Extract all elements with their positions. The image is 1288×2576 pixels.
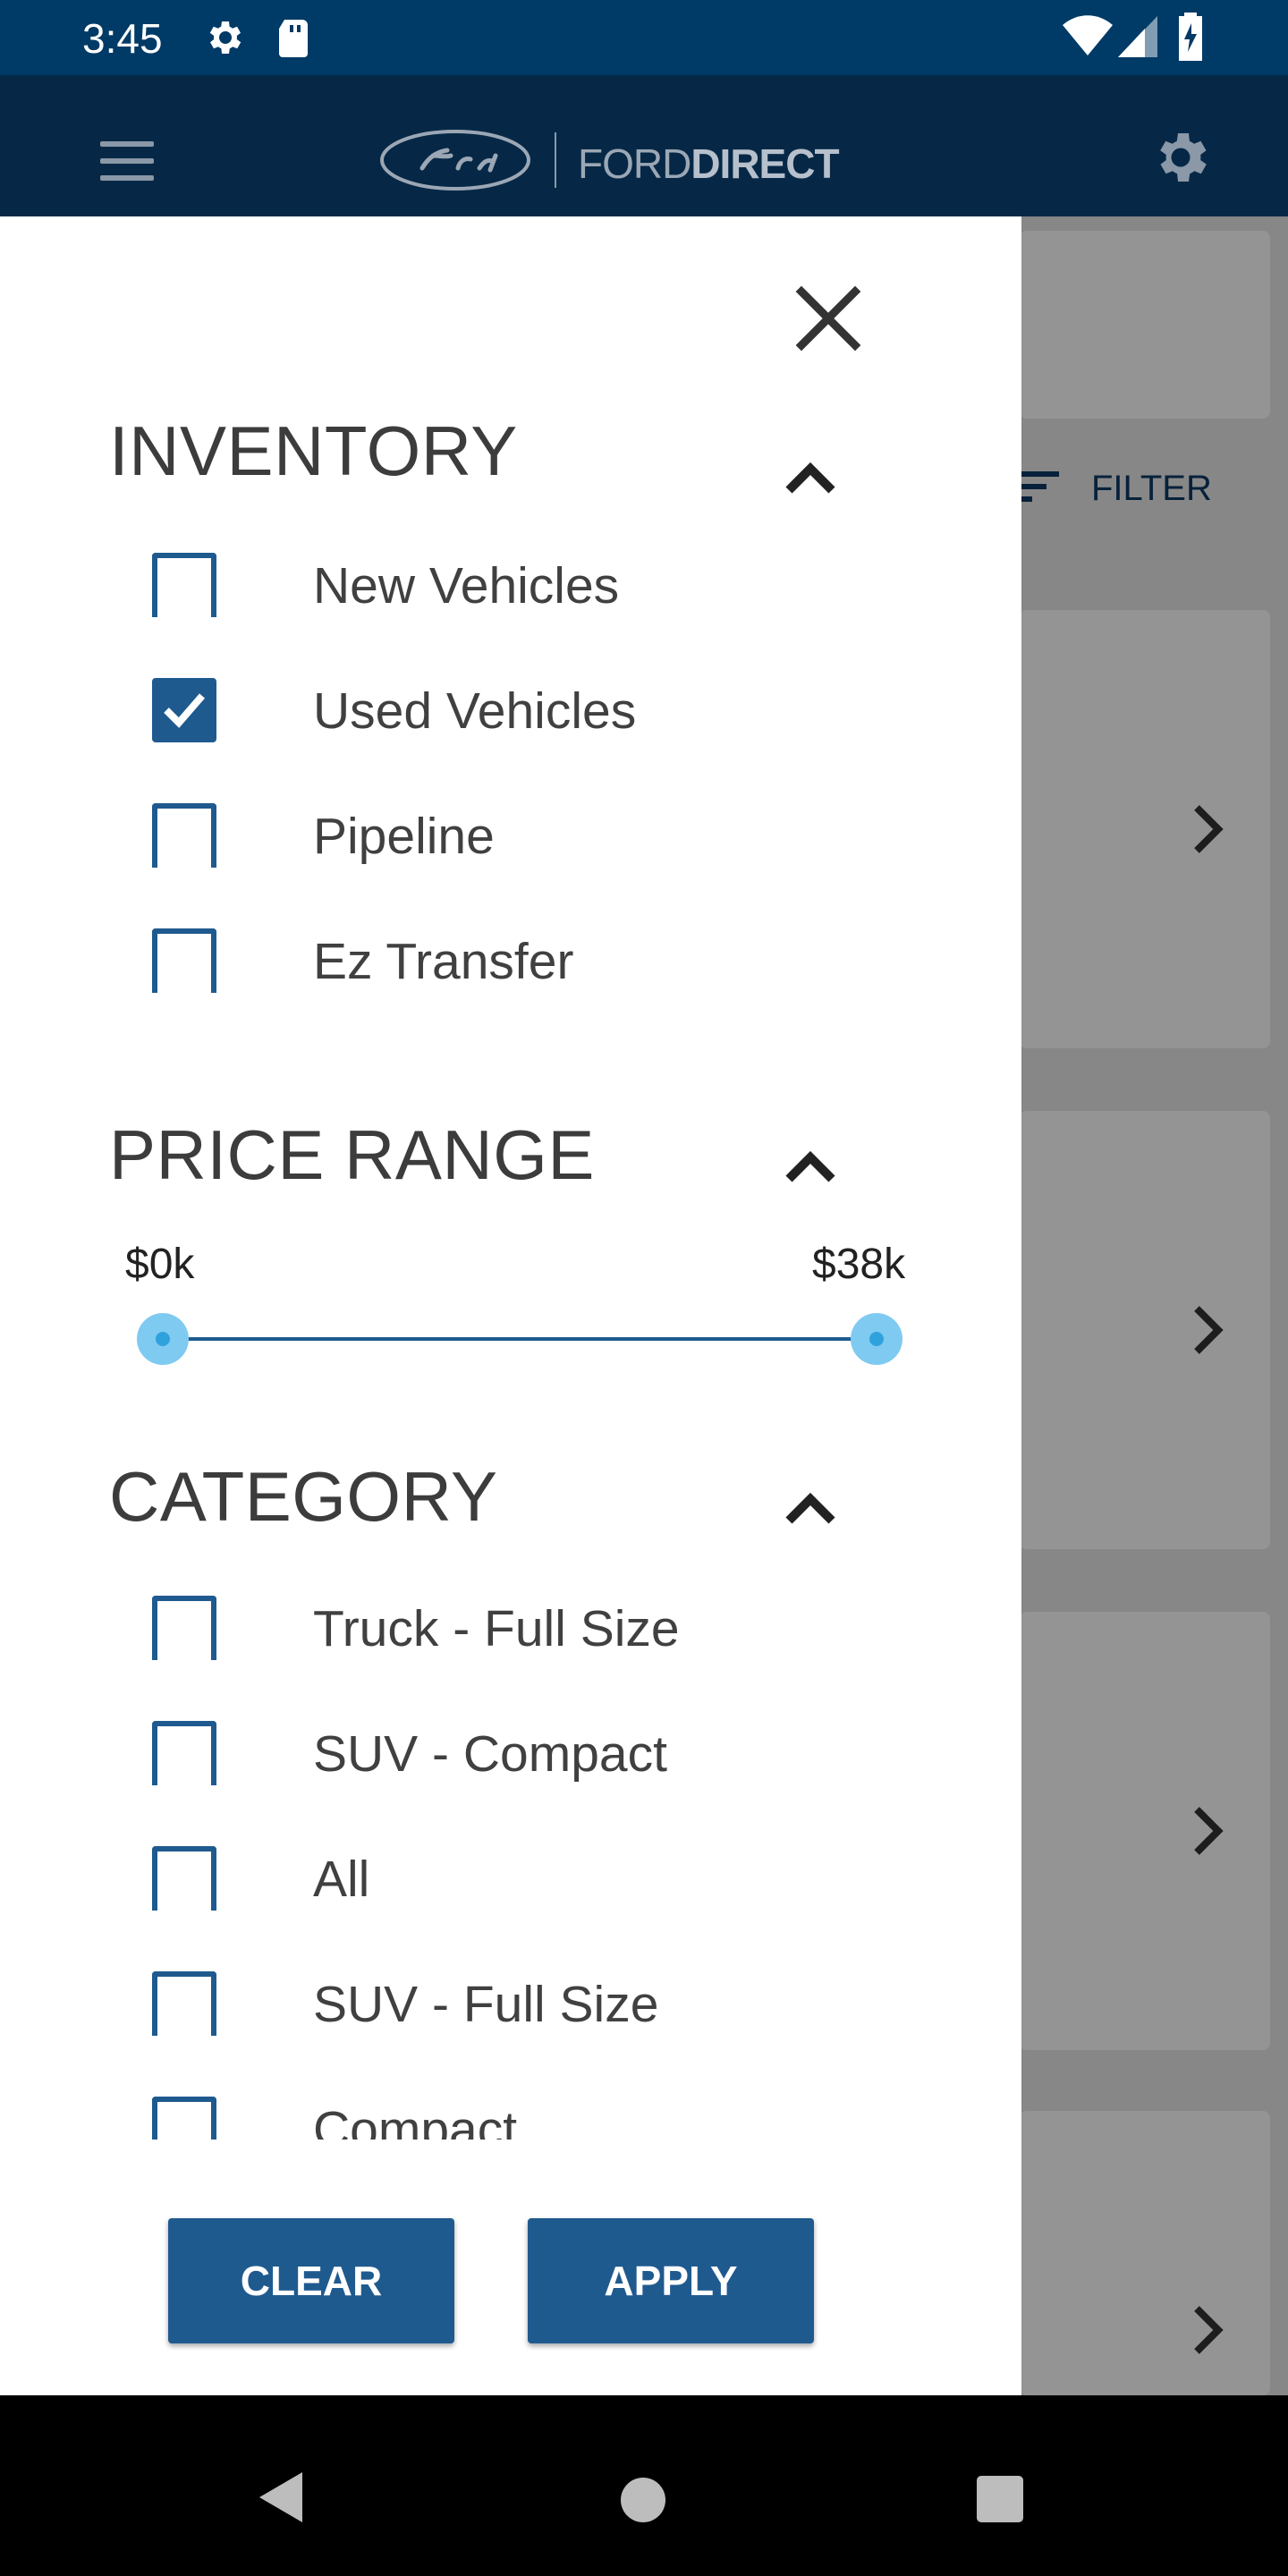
cell-signal-icon: [1118, 16, 1157, 57]
ford-oval-logo: [380, 130, 530, 191]
back-icon[interactable]: [256, 2469, 306, 2526]
inventory-type-title: INVENTORY TYPE: [109, 411, 517, 490]
ford-direct-logo: FORDDIRECT: [379, 129, 862, 195]
category-options-list[interactable]: Truck - Full Size SUV - Compact All SUV …: [0, 1576, 1021, 2140]
filter-drawer: INVENTORY TYPE New Vehicles Used Vehicle…: [0, 216, 1021, 2395]
inventory-type-header[interactable]: INVENTORY TYPE: [0, 408, 1021, 494]
menu-icon[interactable]: [100, 141, 154, 181]
checkbox[interactable]: [152, 1721, 216, 1785]
clear-button[interactable]: CLEAR: [168, 2218, 454, 2343]
collapse-price-range-icon[interactable]: [784, 1148, 837, 1184]
category-option[interactable]: Compact: [0, 2077, 1021, 2140]
sd-card-icon: [279, 20, 308, 57]
checkbox[interactable]: [152, 1971, 216, 2036]
category-option[interactable]: SUV - Compact: [0, 1701, 1021, 1809]
category-title[interactable]: CATEGORY: [109, 1456, 498, 1538]
apply-button[interactable]: APPLY: [528, 2218, 814, 2343]
inventory-type-option[interactable]: New Vehicles: [0, 533, 1021, 640]
price-range-title[interactable]: PRICE RANGE: [109, 1114, 595, 1196]
inventory-type-option[interactable]: Ez Transfer: [0, 909, 1021, 1016]
category-option[interactable]: Truck - Full Size: [0, 1576, 1021, 1683]
brand-wordmark: FORDDIRECT: [578, 140, 840, 187]
inventory-type-option[interactable]: Used Vehicles: [0, 658, 1021, 766]
status-time: 3:45: [82, 15, 163, 62]
checkbox[interactable]: [152, 803, 216, 868]
checkbox-checked[interactable]: [152, 678, 216, 742]
price-slider-min-thumb[interactable]: [137, 1313, 189, 1365]
collapse-inventory-type-icon[interactable]: [784, 460, 837, 496]
settings-gear-icon[interactable]: [1148, 125, 1213, 190]
checkbox[interactable]: [152, 2097, 216, 2140]
close-icon[interactable]: [791, 281, 866, 356]
category-option[interactable]: SUV - Full Size: [0, 1952, 1021, 2059]
checkbox[interactable]: [152, 553, 216, 617]
category-option[interactable]: All: [0, 1826, 1021, 1934]
battery-charging-icon: [1179, 13, 1202, 61]
settings-status-icon: [209, 21, 242, 54]
price-slider-max-thumb[interactable]: [851, 1313, 902, 1365]
price-slider-track[interactable]: [161, 1337, 877, 1341]
recent-apps-icon[interactable]: [977, 2476, 1023, 2522]
checkmark-icon: [164, 693, 206, 728]
wifi-icon: [1063, 15, 1113, 55]
price-max-label: $38k: [812, 1241, 906, 1288]
logo-separator: [555, 132, 556, 188]
collapse-category-icon[interactable]: [784, 1490, 837, 1526]
status-bar: 3:45: [0, 0, 1288, 75]
price-min-label: $0k: [125, 1241, 195, 1288]
checkbox[interactable]: [152, 1596, 216, 1660]
checkbox[interactable]: [152, 928, 216, 993]
home-icon[interactable]: [621, 2478, 665, 2522]
checkbox[interactable]: [152, 1846, 216, 1911]
inventory-type-option[interactable]: Pipeline: [0, 784, 1021, 891]
